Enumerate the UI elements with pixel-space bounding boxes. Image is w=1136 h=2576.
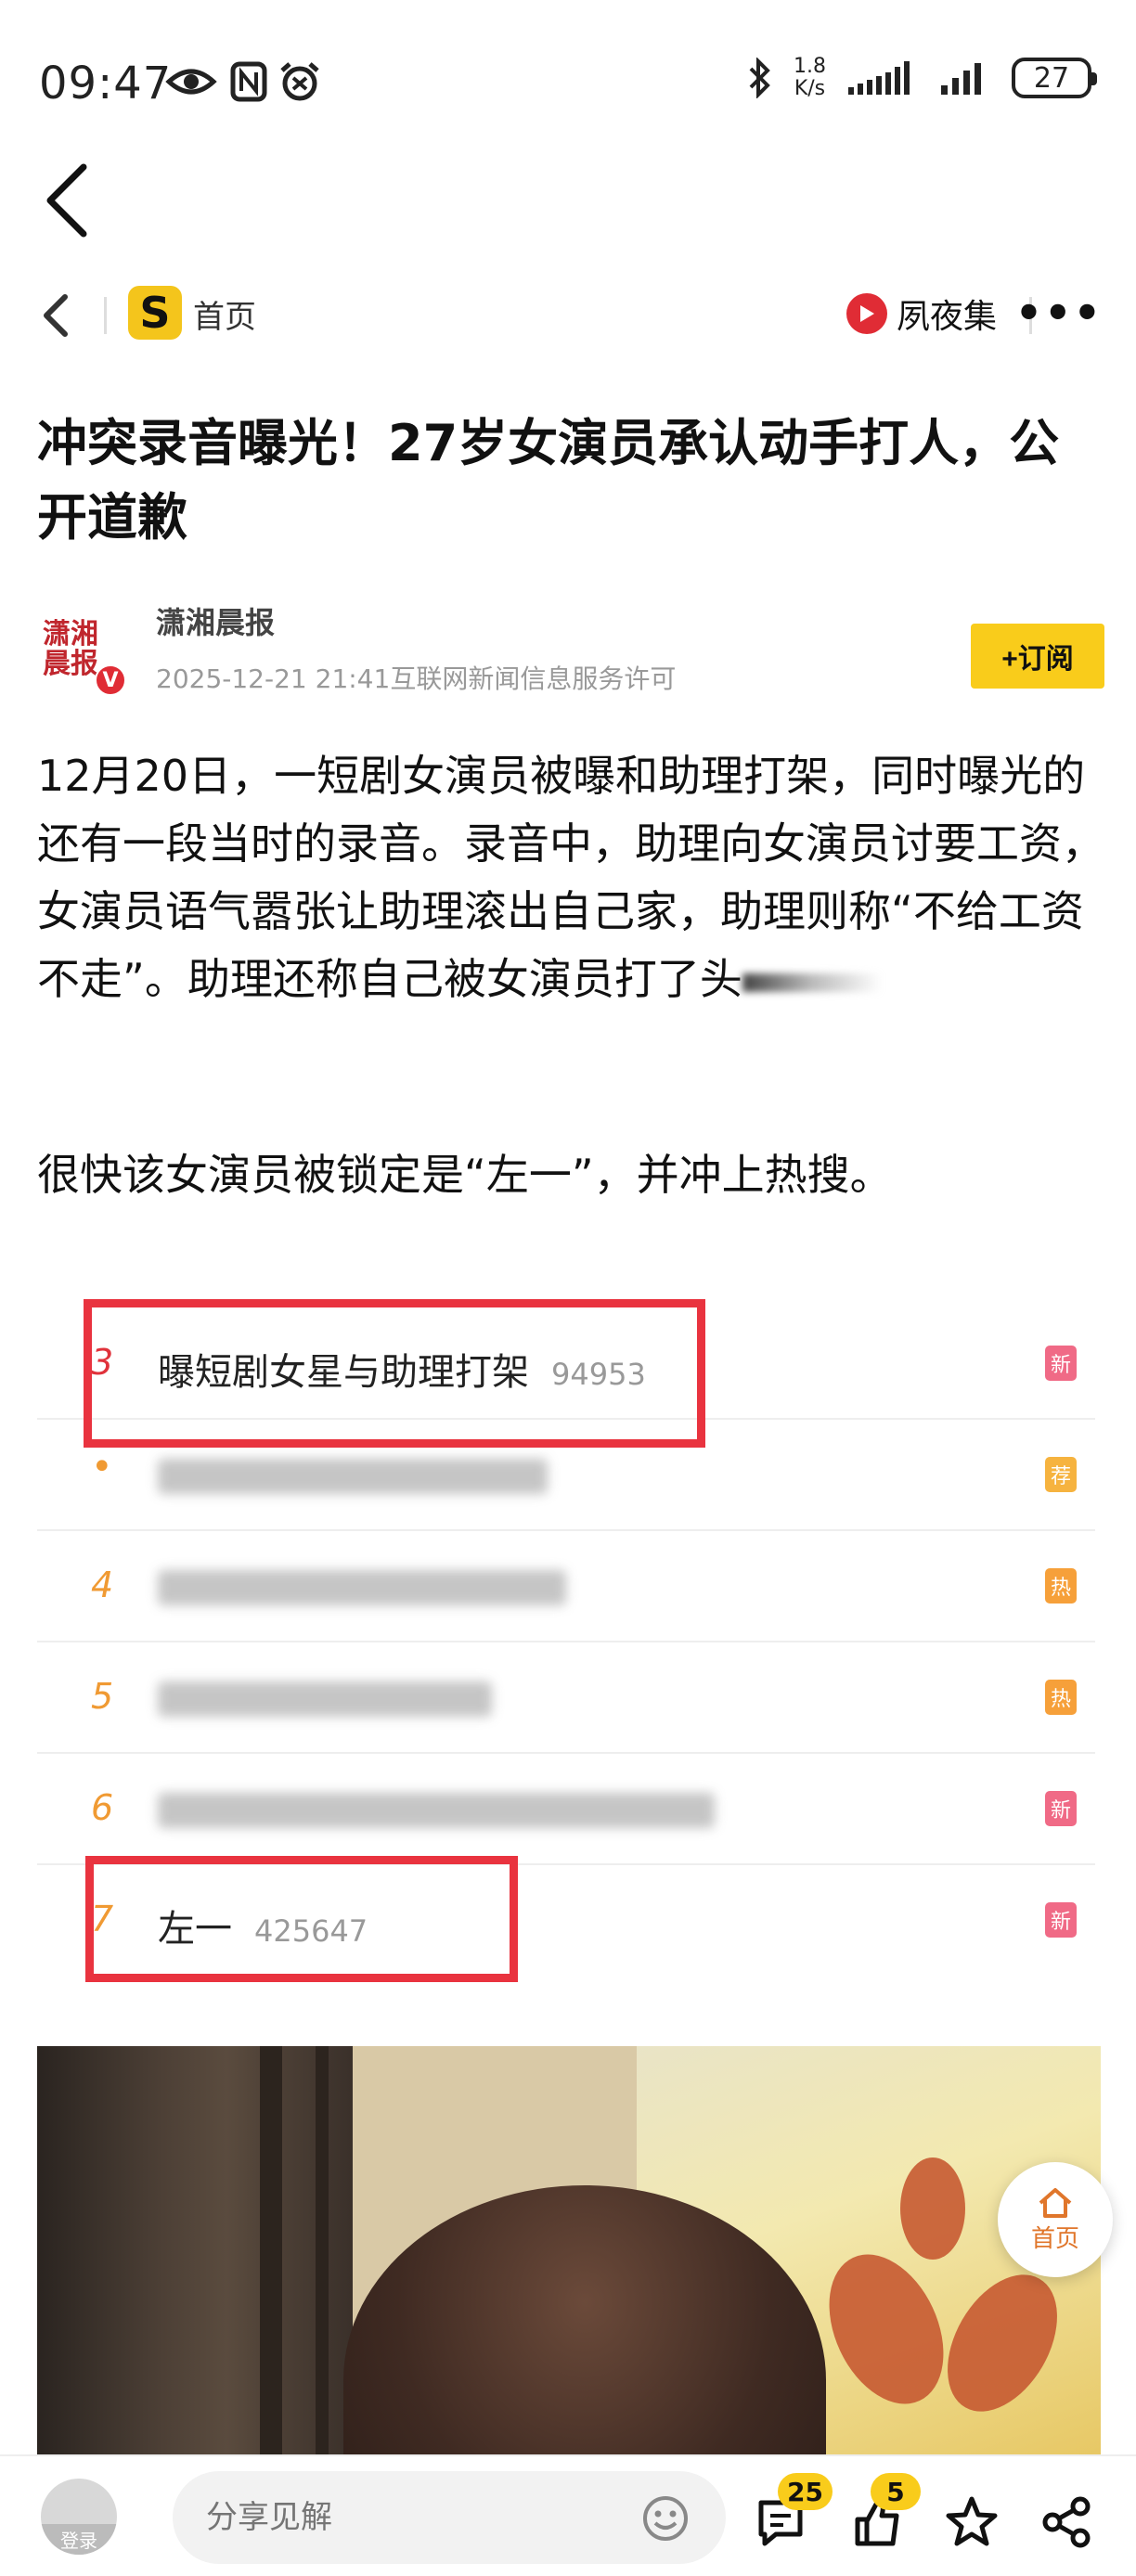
nfc-icon <box>230 61 267 102</box>
hot-list-row[interactable]: 4热 <box>37 1531 1095 1642</box>
back-arrow-icon[interactable] <box>37 158 102 241</box>
publish-meta: 2025-12-21 21:41互联网新闻信息服务许可 <box>156 663 677 694</box>
signal-icon-2 <box>941 63 981 95</box>
hot-list-rank: 6 <box>91 1787 114 1828</box>
verified-icon: V <box>95 664 126 696</box>
hot-list-tag: 新 <box>1045 1791 1077 1826</box>
highlight-box-top <box>84 1299 705 1448</box>
subscribe-button[interactable]: +订阅 <box>971 624 1104 689</box>
status-right: 1.8 K/s 27 <box>745 56 1097 100</box>
photo-stripe <box>260 2046 282 2454</box>
login-label: 登录 <box>41 2524 117 2555</box>
fade-out-decoration <box>742 972 882 992</box>
floating-home-button[interactable]: 首页 <box>998 2162 1113 2277</box>
highlight-box-bottom <box>85 1856 518 1982</box>
channel-label: 夙夜集 <box>896 298 997 336</box>
star-icon[interactable] <box>945 2495 999 2549</box>
login-avatar[interactable]: 登录 <box>41 2479 117 2555</box>
blurred-entry <box>158 1793 715 1828</box>
author-name[interactable]: 潇湘晨报 <box>156 599 275 642</box>
avatar[interactable]: 潇湘晨报 V <box>37 612 126 702</box>
hot-list-row[interactable]: 5热 <box>37 1642 1095 1754</box>
blurred-entry <box>158 1459 548 1494</box>
eye-icon <box>165 69 217 95</box>
nav-divider <box>104 297 107 334</box>
channel-link[interactable]: 夙夜集 <box>846 290 997 338</box>
avatar-text: 潇湘晨报 <box>43 618 98 680</box>
hot-list-rank: • <box>91 1446 113 1488</box>
hot-list-rank: 4 <box>91 1565 114 1605</box>
alarm-icon <box>280 62 319 101</box>
play-icon <box>846 293 887 334</box>
article-nav: S 首页 夙夜集 ••• <box>0 278 1136 353</box>
status-time: 09:47 <box>39 58 173 109</box>
blurred-entry <box>158 1570 566 1605</box>
home-link[interactable]: 首页 <box>193 291 256 337</box>
author-row: 潇湘晨报 V 潇湘晨报 2025-12-21 21:41互联网新闻信息服务许可 … <box>37 594 1104 705</box>
photo-wall <box>37 2046 353 2454</box>
hot-list-row[interactable]: 6新 <box>37 1754 1095 1865</box>
blurred-entry <box>158 1681 492 1717</box>
signal-icon-1 <box>848 61 910 95</box>
article-photo[interactable] <box>37 2046 1101 2454</box>
status-bar: 09:47 1.8 K/s 27 <box>0 0 1136 167</box>
hot-list-tag: 荐 <box>1045 1457 1077 1492</box>
hot-list-tag: 新 <box>1045 1902 1077 1938</box>
comment-count-badge: 25 <box>778 2473 833 2510</box>
hot-list-tag: 热 <box>1045 1680 1077 1715</box>
article-title: 冲突录音曝光！27岁女演员承认动手打人，公开道歉 <box>37 414 1060 547</box>
app-logo-icon[interactable]: S <box>128 286 182 340</box>
emoji-icon[interactable] <box>640 2493 691 2544</box>
hot-list-rank: 5 <box>91 1676 114 1717</box>
share-icon[interactable] <box>1039 2495 1093 2549</box>
hot-list-tag: 新 <box>1045 1346 1077 1381</box>
like-count-badge: 5 <box>871 2473 921 2510</box>
hot-list-tag: 热 <box>1045 1568 1077 1604</box>
bluetooth-icon <box>749 58 770 98</box>
article-paragraph-1: 12月20日，一短剧女演员被曝和助理打架，同时曝光的还有一段当时的录音。录音中，… <box>37 742 1104 1013</box>
battery-indicator: 27 <box>1012 58 1097 98</box>
network-speed: 1.8 K/s <box>794 56 826 100</box>
speed-unit: K/s <box>794 77 826 100</box>
speed-value: 1.8 <box>794 55 826 78</box>
article-paragraph-2: 很快该女演员被锁定是“左一”，并冲上热搜。 <box>37 1150 893 1200</box>
bottom-action-bar: 登录 25 5 <box>0 2454 1136 2576</box>
paragraph-1-text: 12月20日，一短剧女演员被曝和助理打架，同时曝光的还有一段当时的录音。录音中，… <box>37 751 1104 1004</box>
home-icon <box>1039 2187 1072 2218</box>
chevron-left-icon[interactable] <box>37 290 74 341</box>
floating-home-label: 首页 <box>1030 2224 1079 2253</box>
more-icon[interactable]: ••• <box>1015 288 1103 338</box>
photo-petal <box>900 2157 965 2260</box>
photo-stripe <box>316 2046 329 2454</box>
